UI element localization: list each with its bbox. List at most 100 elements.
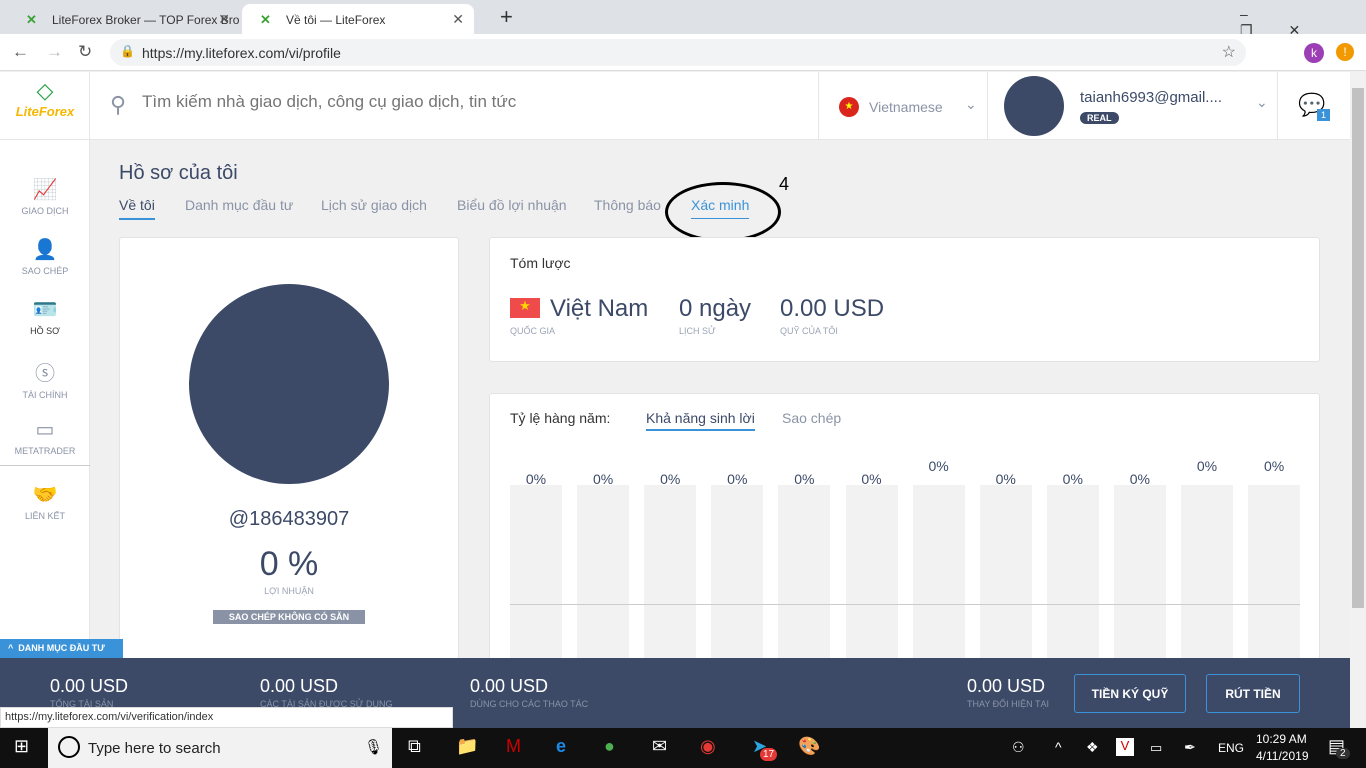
- profile-avatar[interactable]: k: [1304, 43, 1324, 63]
- chart-bar: [644, 485, 697, 682]
- sidebar-item-tai-chinh[interactable]: ⓢ TÀI CHÍNH: [0, 357, 90, 400]
- username: @186483907: [228, 508, 350, 530]
- chrome-icon[interactable]: ◉: [700, 736, 716, 757]
- chart-baseline: [510, 604, 1300, 605]
- chart-data-label: 0%: [525, 471, 547, 487]
- sidebar-item-metatrader[interactable]: ▭ METATRADER: [0, 417, 90, 456]
- user-email: taianh6993@gmail....: [1080, 89, 1222, 106]
- chart-bar: [778, 485, 831, 682]
- chart-bar: [1181, 485, 1233, 682]
- sidebar-item-lien-ket[interactable]: 🤝 LIÊN KẾT: [0, 482, 90, 521]
- logo[interactable]: ◇ LiteForex: [0, 72, 90, 140]
- pen-icon[interactable]: ✒: [1184, 739, 1196, 756]
- telegram-badge: 17: [760, 748, 778, 761]
- language-select[interactable]: ★ Vietnamese ⌄: [818, 72, 988, 140]
- taskbar: ⊞ Type here to search 🎙 ⧉ 📁 M e ● ✉ ◉ ➤ …: [0, 728, 1366, 768]
- language-label: Vietnamese: [869, 99, 943, 115]
- alert-icon[interactable]: !: [1336, 43, 1354, 61]
- taskbar-search[interactable]: Type here to search 🎙: [48, 728, 392, 768]
- sidebar-item-giao-dich[interactable]: 📈 GIAO DỊCH: [0, 177, 90, 216]
- liteforex-favicon: ✕: [260, 12, 271, 27]
- stat-value: 0.00 USD: [967, 676, 1046, 696]
- chevron-down-icon: ⌄: [1256, 94, 1268, 110]
- chart-bar: [979, 485, 1032, 682]
- stat-value: 0.00 USD: [50, 676, 129, 696]
- history-value: 0 ngày: [679, 295, 752, 322]
- language-indicator[interactable]: ENG: [1218, 741, 1244, 755]
- mail-icon[interactable]: ✉: [652, 736, 667, 757]
- browser-tab[interactable]: ✕ LiteForex Broker — TOP Forex Bro ✕: [8, 4, 240, 34]
- deposit-button[interactable]: TIỀN KÝ QUỸ: [1074, 674, 1186, 713]
- lock-icon: 🔒: [120, 44, 135, 58]
- edge-icon[interactable]: e: [556, 736, 566, 757]
- tab-lich-su[interactable]: Lịch sử giao dịch: [321, 197, 427, 218]
- chart-data-label: 0%: [727, 471, 748, 487]
- annual-bar-chart: 0% 0% 0% 0% 0% 0% 0% 0% 0% 0% 0% 0%: [490, 394, 1319, 682]
- notification-count: 2: [1336, 748, 1350, 759]
- battery-icon[interactable]: ▭: [1150, 740, 1162, 756]
- tab-ve-toi[interactable]: Về tôi: [119, 197, 155, 220]
- search-input[interactable]: [142, 92, 742, 112]
- window-icon: ▭: [35, 419, 55, 441]
- star-icon[interactable]: ☆: [1222, 42, 1236, 62]
- close-tab-icon[interactable]: ✕: [452, 11, 464, 28]
- profile-avatar-large: [189, 284, 389, 484]
- clock-date[interactable]: 4/11/2019: [1256, 749, 1309, 763]
- sidebar-item-ho-so[interactable]: 🪪 HỒ SƠ: [0, 297, 90, 336]
- summary-card: Tóm lược ★ Việt Nam QUỐC GIA 0 ngày LỊCH…: [489, 237, 1320, 362]
- close-tab-icon[interactable]: ✕: [218, 11, 230, 28]
- clock-time[interactable]: 10:29 AM: [1256, 732, 1307, 746]
- paint-icon[interactable]: 🎨: [798, 736, 820, 757]
- chart-data-label: 0%: [1196, 458, 1218, 474]
- user-menu[interactable]: taianh6993@gmail.... REAL ⌄: [988, 72, 1278, 140]
- new-tab-icon[interactable]: +: [500, 4, 513, 30]
- dropbox-icon[interactable]: ❖: [1086, 739, 1099, 756]
- back-icon[interactable]: ←: [12, 42, 29, 62]
- coccoc-icon[interactable]: ●: [604, 736, 615, 757]
- people-icon[interactable]: ⚇: [1012, 739, 1025, 756]
- notification-badge: 1: [1317, 109, 1331, 121]
- url-input[interactable]: 🔒 https://my.liteforex.com/vi/profile ☆: [110, 39, 1246, 66]
- chart-bar: [577, 485, 630, 682]
- browser-tab-active[interactable]: ✕ Về tôi — LiteForex ✕: [242, 4, 474, 34]
- chart-bar: [510, 485, 562, 682]
- microphone-icon[interactable]: 🎙: [364, 738, 383, 756]
- file-explorer-icon[interactable]: 📁: [456, 736, 478, 757]
- avatar: [1004, 76, 1064, 136]
- tab-title: Về tôi — LiteForex: [286, 13, 386, 27]
- chart-bar: [1113, 485, 1166, 682]
- task-view-icon[interactable]: ⧉: [408, 736, 421, 757]
- scrollbar-thumb[interactable]: [1352, 88, 1364, 608]
- chart-data-label: 0%: [861, 471, 882, 487]
- logo-text: LiteForex: [15, 104, 75, 119]
- top-bar: ⚲ ★ Vietnamese ⌄ taianh6993@gmail.... RE…: [90, 72, 1350, 140]
- search-icon: ⚲: [110, 92, 127, 117]
- withdraw-button[interactable]: RÚT TIỀN: [1206, 674, 1300, 713]
- chevron-down-icon: ⌄: [965, 96, 977, 112]
- stat-value: 0.00 USD: [260, 676, 339, 696]
- account-badge: REAL: [1080, 112, 1119, 124]
- stat-label: DÙNG CHO CÁC THAO TÁC: [470, 699, 589, 709]
- liteforex-favicon: ✕: [26, 12, 37, 27]
- portfolio-toggle-label: DANH MỤC ĐẦU TƯ: [18, 643, 105, 653]
- divider: [0, 465, 90, 466]
- summary-title: Tóm lược: [510, 255, 571, 271]
- tab-danh-muc[interactable]: Danh mục đầu tư: [185, 197, 293, 218]
- chart-data-label: 0%: [1062, 471, 1083, 487]
- copy-unavailable-badge: SAO CHÉP KHÔNG CÓ SẴN: [213, 610, 365, 624]
- portfolio-toggle[interactable]: ^ DANH MỤC ĐẦU TƯ: [0, 639, 123, 658]
- chart-bar: [845, 485, 898, 682]
- mcafee-icon[interactable]: M: [506, 736, 521, 757]
- tab-thong-bao[interactable]: Thông báo: [594, 197, 661, 218]
- windows-start-icon[interactable]: ⊞: [14, 736, 29, 757]
- cortana-icon: [58, 736, 80, 758]
- forward-icon[interactable]: →: [46, 42, 63, 62]
- chevron-up-icon[interactable]: ^: [1055, 739, 1062, 755]
- annual-rate-card: Tỷ lệ hàng năm: Khả năng sinh lời Sao ch…: [489, 393, 1320, 683]
- scrollbar[interactable]: [1350, 72, 1366, 728]
- tab-bieu-do[interactable]: Biểu đồ lợi nhuận: [457, 197, 567, 218]
- vietkey-icon[interactable]: V: [1116, 738, 1134, 756]
- reload-icon[interactable]: ↻: [78, 42, 92, 62]
- annotation-number: 4: [779, 174, 790, 194]
- sidebar-item-sao-chep[interactable]: 👤 SAO CHÉP: [0, 237, 90, 276]
